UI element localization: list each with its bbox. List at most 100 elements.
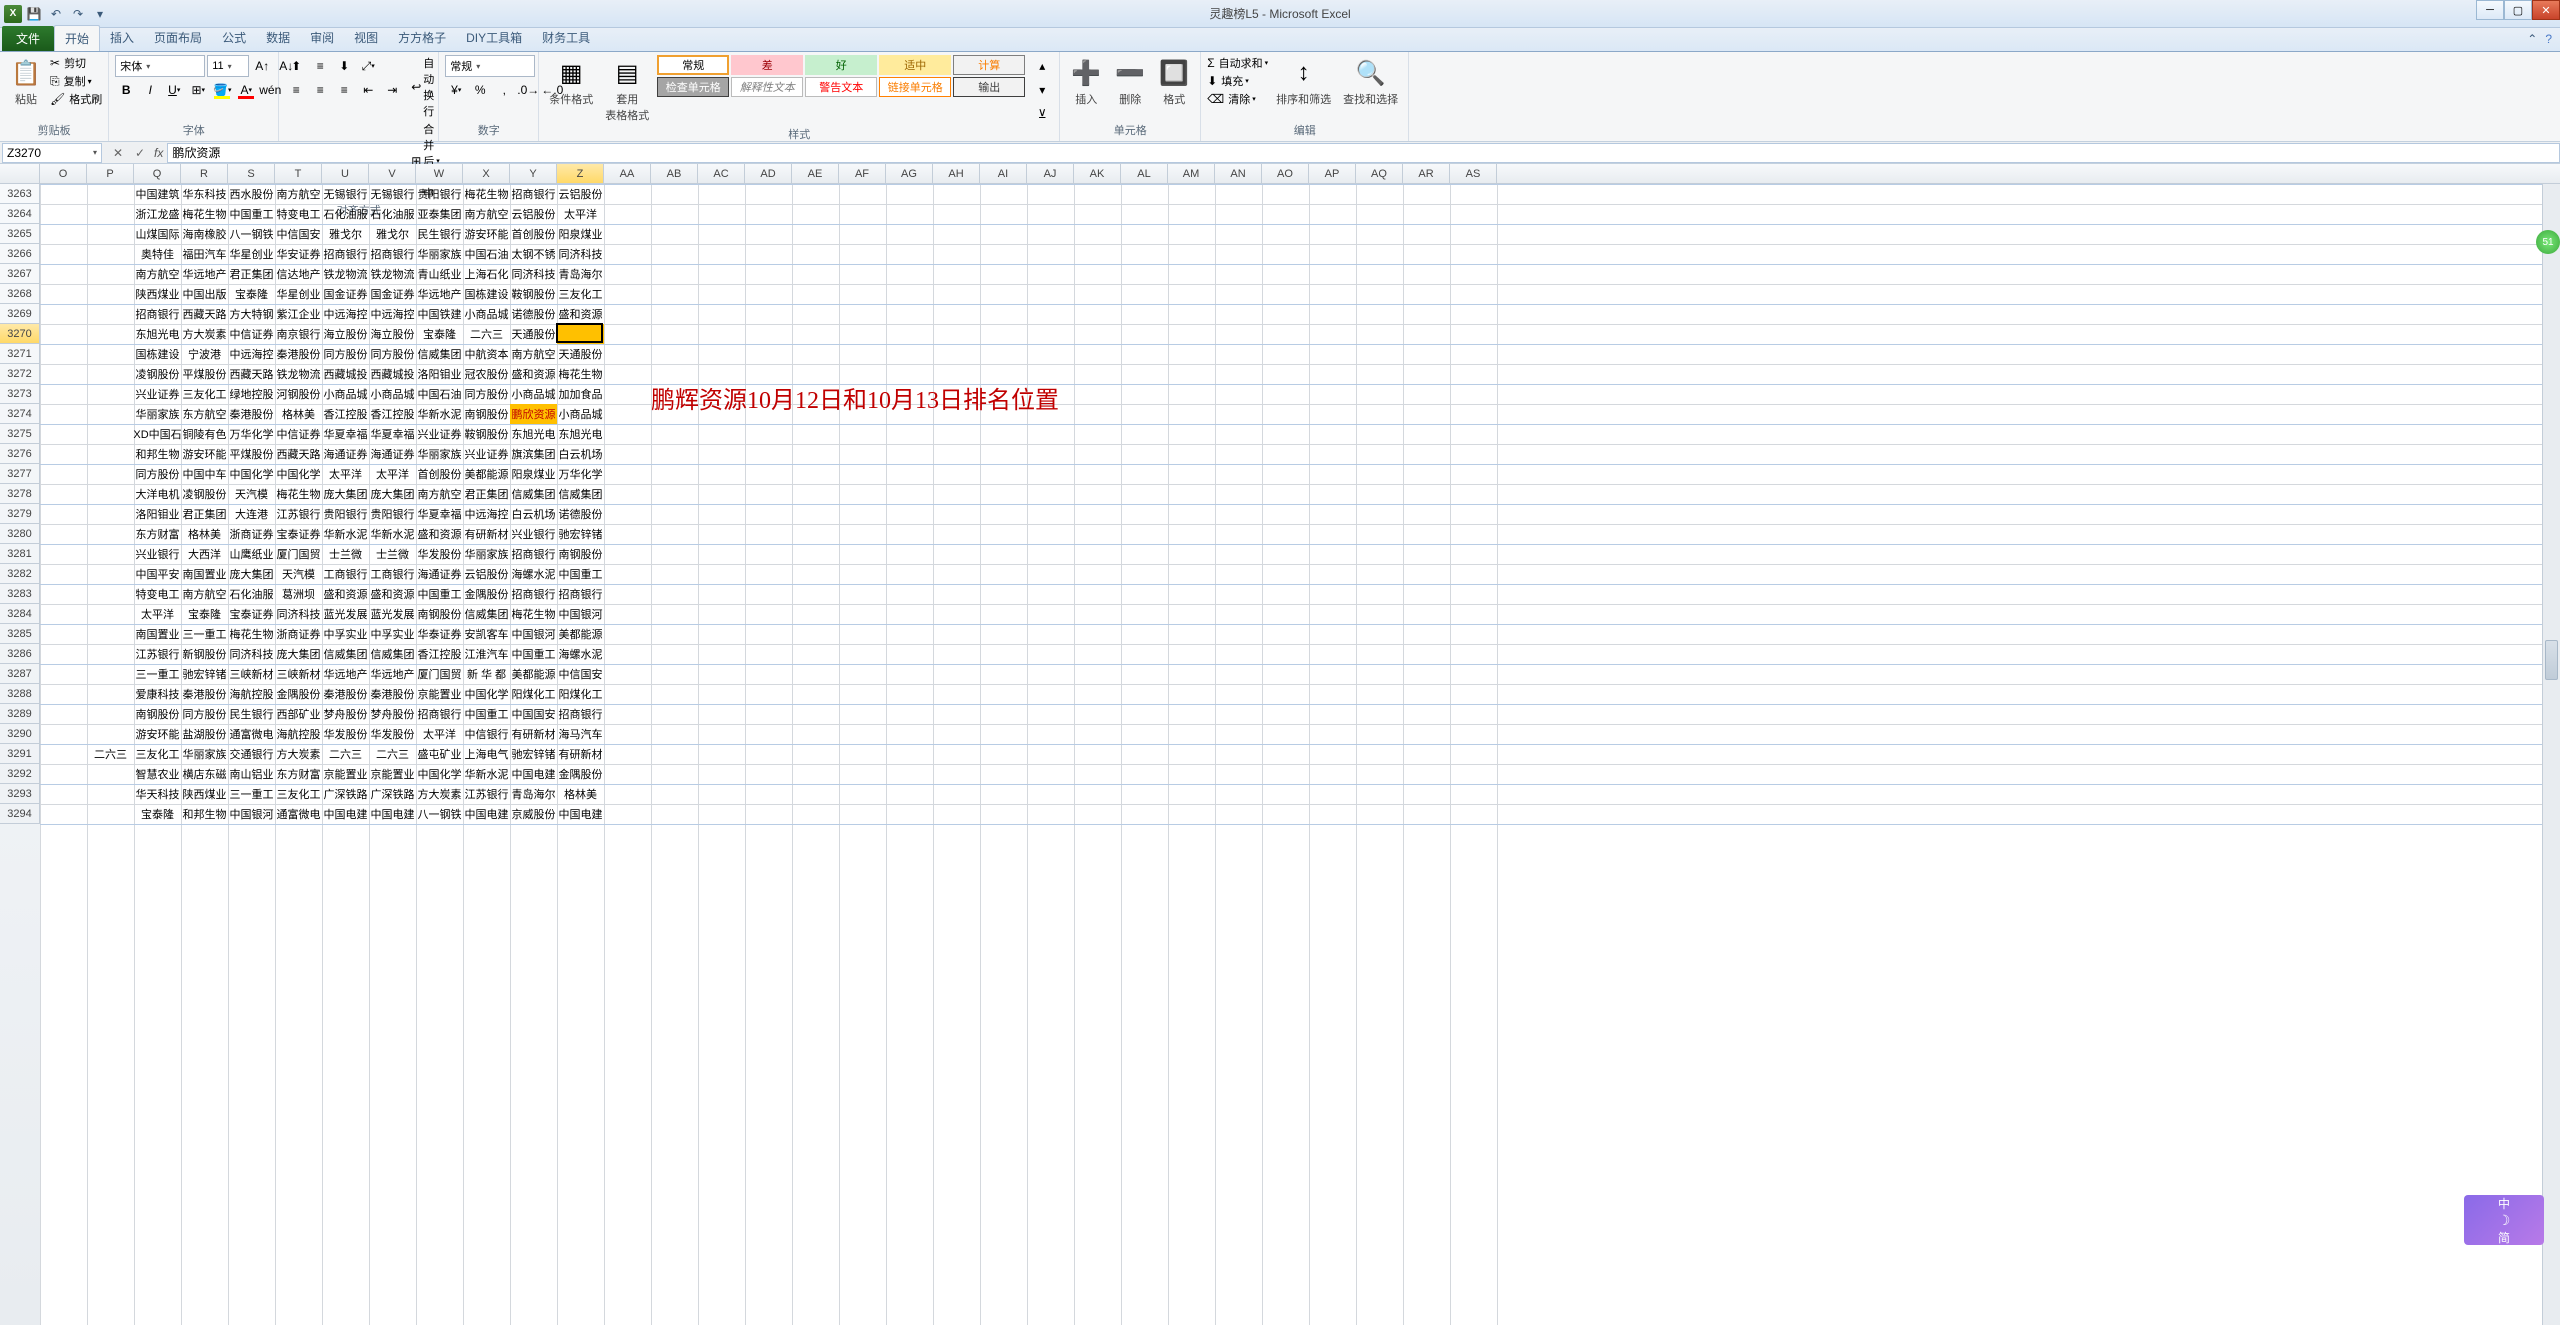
cell[interactable]: 西藏天路 xyxy=(228,364,275,384)
cell[interactable]: 秦港股份 xyxy=(228,404,275,424)
cell[interactable]: 南钢股份 xyxy=(557,544,604,564)
cell[interactable]: 驰宏锌锗 xyxy=(510,744,557,764)
cell[interactable]: 海通证券 xyxy=(416,564,463,584)
ribbon-tab[interactable]: 插入 xyxy=(100,25,144,51)
ribbon-tab[interactable]: DIY工具箱 xyxy=(456,25,532,51)
align-top-icon[interactable]: ⬆ xyxy=(285,55,307,77)
ribbon-tab[interactable]: 视图 xyxy=(344,25,388,51)
row-header[interactable]: 3278 xyxy=(0,484,40,504)
cell[interactable]: 通富微电 xyxy=(275,804,322,824)
table-format-button[interactable]: ▤ 套用 表格格式 xyxy=(601,55,653,125)
file-tab[interactable]: 文件 xyxy=(2,26,54,51)
cell[interactable]: 招商银行 xyxy=(510,584,557,604)
cell[interactable]: 驰宏锌锗 xyxy=(557,524,604,544)
cell[interactable]: 阳煤化工 xyxy=(510,684,557,704)
cell[interactable]: 南方航空 xyxy=(134,264,181,284)
highlighted-cell[interactable]: 鹏欣资源 xyxy=(557,324,604,344)
indent-inc-icon[interactable]: ⇥ xyxy=(381,79,403,101)
cell[interactable]: 洛阳钼业 xyxy=(134,504,181,524)
qat-undo-icon[interactable]: ↶ xyxy=(46,4,66,24)
row-header[interactable]: 3292 xyxy=(0,764,40,784)
cell[interactable]: 厦门国贸 xyxy=(275,544,322,564)
cell[interactable]: 东旭光电 xyxy=(557,424,604,444)
cell[interactable]: 士兰微 xyxy=(369,544,416,564)
align-center-icon[interactable]: ≡ xyxy=(309,79,331,101)
cell[interactable]: 信威集团 xyxy=(416,344,463,364)
cell[interactable]: 交通银行 xyxy=(228,744,275,764)
cell[interactable]: 美都能源 xyxy=(463,464,510,484)
cell[interactable]: 三友化工 xyxy=(557,284,604,304)
cell[interactable]: 山煤国际 xyxy=(134,224,181,244)
cell[interactable]: 铁龙物流 xyxy=(275,364,322,384)
inc-decimal-icon[interactable]: .0→ xyxy=(517,79,539,101)
cell[interactable]: 雅戈尔 xyxy=(322,224,369,244)
column-header[interactable]: AB xyxy=(651,164,698,183)
cell[interactable]: 和邦生物 xyxy=(134,444,181,464)
cell[interactable]: 南京银行 xyxy=(275,324,322,344)
cell[interactable]: 盐湖股份 xyxy=(181,724,228,744)
cell[interactable]: 中国电建 xyxy=(369,804,416,824)
cell[interactable]: 中国电建 xyxy=(510,764,557,784)
paste-button[interactable]: 📋 粘贴 xyxy=(6,55,46,109)
cell[interactable]: 诺德股份 xyxy=(510,304,557,324)
cell[interactable]: 西藏城投 xyxy=(322,364,369,384)
insert-cells-button[interactable]: ➕插入 xyxy=(1066,55,1106,109)
currency-icon[interactable]: ¥▾ xyxy=(445,79,467,101)
cell[interactable]: 兴业银行 xyxy=(134,544,181,564)
column-header[interactable]: W xyxy=(416,164,463,183)
cell[interactable]: 贵阳银行 xyxy=(369,504,416,524)
cell[interactable]: 智慧农业 xyxy=(134,764,181,784)
cell[interactable]: 山鹰纸业 xyxy=(228,544,275,564)
cell[interactable]: 美都能源 xyxy=(557,624,604,644)
cell[interactable]: 招商银行 xyxy=(322,244,369,264)
cell[interactable]: 绿地控股 xyxy=(228,384,275,404)
style-cell[interactable]: 适中 xyxy=(879,55,951,75)
row-header[interactable]: 3284 xyxy=(0,604,40,624)
style-cell[interactable]: 解释性文本 xyxy=(731,77,803,97)
styles-gallery[interactable]: 检查单元格解释性文本警告文本链接单元格输出 xyxy=(657,77,1025,97)
cell[interactable]: 天汽模 xyxy=(275,564,322,584)
cell[interactable]: 中远海控 xyxy=(463,504,510,524)
style-cell[interactable]: 常规 xyxy=(657,55,729,75)
column-header[interactable]: AC xyxy=(698,164,745,183)
cell[interactable]: 南山铝业 xyxy=(228,764,275,784)
scroll-thumb[interactable] xyxy=(2545,640,2558,680)
cell[interactable]: 西水股份 xyxy=(228,184,275,204)
cell[interactable]: 洛阳钼业 xyxy=(416,364,463,384)
cell[interactable]: 南方航空 xyxy=(275,184,322,204)
cell[interactable]: 香江控股 xyxy=(322,404,369,424)
cell[interactable]: 白云机场 xyxy=(557,444,604,464)
cell[interactable]: 南国置业 xyxy=(181,564,228,584)
cell[interactable]: 中信银行 xyxy=(463,724,510,744)
cell[interactable]: 南方航空 xyxy=(181,584,228,604)
cell[interactable]: 南方航空 xyxy=(463,204,510,224)
enter-formula-icon[interactable]: ✓ xyxy=(130,143,150,163)
row-header[interactable]: 3291 xyxy=(0,744,40,764)
style-cell[interactable]: 计算 xyxy=(953,55,1025,75)
cell[interactable]: 厦门国贸 xyxy=(416,664,463,684)
cell[interactable]: 工商银行 xyxy=(322,564,369,584)
column-header[interactable]: T xyxy=(275,164,322,183)
cell[interactable]: 南方航空 xyxy=(416,484,463,504)
cell[interactable]: 华泰证券 xyxy=(416,624,463,644)
row-header[interactable]: 3286 xyxy=(0,644,40,664)
cell[interactable]: 中信证券 xyxy=(275,424,322,444)
cell[interactable]: 陕西煤业 xyxy=(134,284,181,304)
row-header[interactable]: 3266 xyxy=(0,244,40,264)
cell[interactable]: 梅花生物 xyxy=(557,364,604,384)
cell[interactable]: 小商品城 xyxy=(463,304,510,324)
cell[interactable]: 首创股份 xyxy=(510,224,557,244)
cell[interactable]: 方大炭素 xyxy=(416,784,463,804)
cells-area[interactable]: 中国建筑华东科技西水股份南方航空无锡银行无锡银行贵阳银行梅花生物招商银行云铝股份… xyxy=(40,184,2560,1325)
cell[interactable]: 东旭光电 xyxy=(134,324,181,344)
cell[interactable]: 海马汽车 xyxy=(557,724,604,744)
cell[interactable]: 铁龙物流 xyxy=(369,264,416,284)
qat-save-icon[interactable]: 💾 xyxy=(24,4,44,24)
cell[interactable]: 中国银河 xyxy=(557,604,604,624)
cell[interactable]: 美都能源 xyxy=(510,664,557,684)
cell[interactable]: 中远海控 xyxy=(369,304,416,324)
cell[interactable]: 中国重工 xyxy=(416,584,463,604)
cell[interactable]: 国金证券 xyxy=(369,284,416,304)
styles-up-icon[interactable]: ▴ xyxy=(1031,55,1053,77)
cell[interactable]: 华安证券 xyxy=(275,244,322,264)
